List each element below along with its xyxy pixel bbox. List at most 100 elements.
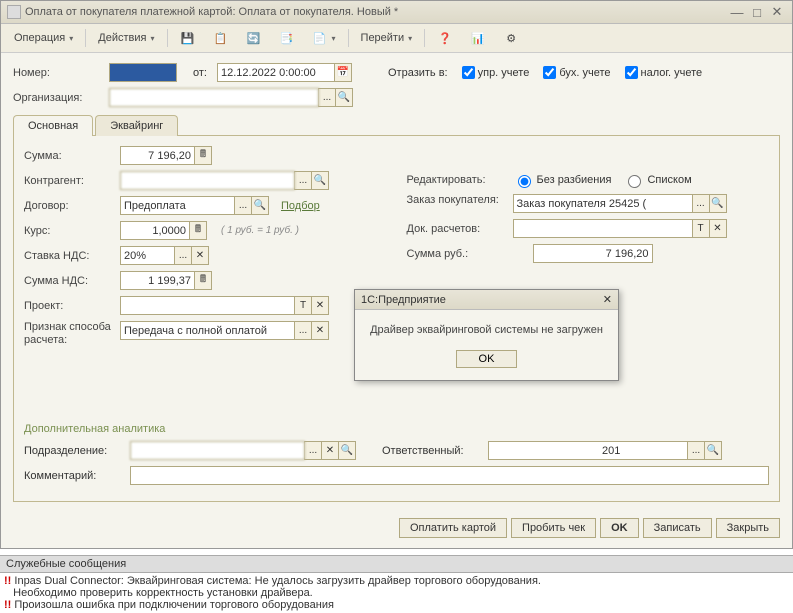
contract-select-button[interactable]: ... xyxy=(234,196,252,215)
minimize-button[interactable]: — xyxy=(728,4,746,20)
tb-help[interactable]: ❓ xyxy=(430,27,460,49)
tb-icon-2[interactable]: 📋 xyxy=(206,27,236,49)
resp-search-button[interactable]: 🔍 xyxy=(704,441,722,460)
sign-select-button[interactable]: ... xyxy=(294,321,312,340)
number-label: Номер: xyxy=(13,67,103,79)
vat-sum-calc-button[interactable]: 🖩 xyxy=(194,271,212,290)
dept-field[interactable] xyxy=(130,441,305,460)
date-picker-button[interactable]: 📅 xyxy=(334,63,352,82)
dialog-ok-button[interactable]: OK xyxy=(456,350,518,368)
project-type-button[interactable]: T xyxy=(294,296,312,315)
analytics-title: Дополнительная аналитика xyxy=(24,423,769,435)
comment-field[interactable] xyxy=(130,466,769,485)
error-dialog: 1С:Предприятие ✕ Драйвер эквайринговой с… xyxy=(354,289,619,381)
chk-acc[interactable]: бух. учете xyxy=(543,66,610,79)
doc-clear-button[interactable]: ✕ xyxy=(709,219,727,238)
window-title: Оплата от покупателя платежной картой: О… xyxy=(25,6,728,18)
save-icon: 💾 xyxy=(180,30,196,46)
doc-field[interactable] xyxy=(513,219,693,238)
contract-field[interactable]: Предоплата xyxy=(120,196,235,215)
close-form-button[interactable]: Закрыть xyxy=(716,518,780,538)
messages-header: Служебные сообщения xyxy=(0,555,793,573)
project-label: Проект: xyxy=(24,300,114,312)
resp-select-button[interactable]: ... xyxy=(687,441,705,460)
tab-main[interactable]: Основная xyxy=(13,115,93,136)
main-window: Оплата от покупателя платежной картой: О… xyxy=(0,0,793,549)
contragent-search-button[interactable]: 🔍 xyxy=(311,171,329,190)
tb-icon-5[interactable]: 📄 xyxy=(305,27,343,49)
refresh-icon: 🔄 xyxy=(246,30,262,46)
number-field[interactable] xyxy=(109,63,177,82)
contragent-label: Контрагент: xyxy=(24,175,114,187)
tb-icon-3[interactable]: 🔄 xyxy=(239,27,269,49)
vat-rate-field[interactable]: 20% xyxy=(120,246,175,265)
pay-card-button[interactable]: Оплатить картой xyxy=(399,518,507,538)
dialog-text: Драйвер эквайринговой системы не загруже… xyxy=(355,310,618,350)
doc-type-button[interactable]: T xyxy=(692,219,710,238)
resp-field[interactable]: 201 xyxy=(488,441,688,460)
contragent-select-button[interactable]: ... xyxy=(294,171,312,190)
rate-calc-button[interactable]: 🖩 xyxy=(189,221,207,240)
sum-rub-field[interactable]: 7 196,20 xyxy=(533,244,653,263)
dept-select-button[interactable]: ... xyxy=(304,441,322,460)
sign-clear-button[interactable]: ✕ xyxy=(311,321,329,340)
podbor-link[interactable]: Подбор xyxy=(281,200,320,212)
rate-field[interactable]: 1,0000 xyxy=(120,221,190,240)
org-select-button[interactable]: ... xyxy=(318,88,336,107)
order-select-button[interactable]: ... xyxy=(692,194,710,213)
dept-label: Подразделение: xyxy=(24,445,124,457)
org-search-button[interactable]: 🔍 xyxy=(335,88,353,107)
sum-field[interactable]: 7 196,20 xyxy=(120,146,195,165)
dept-clear-button[interactable]: ✕ xyxy=(321,441,339,460)
radio-no-split[interactable]: Без разбиения xyxy=(513,172,612,188)
doc-label: Док. расчетов: xyxy=(407,223,507,235)
message-line-2: Необходимо проверить корректность устано… xyxy=(4,587,789,599)
content-area: Номер: от: 12.12.2022 0:00:00 📅 Отразить… xyxy=(1,53,792,512)
vat-rate-clear-button[interactable]: ✕ xyxy=(191,246,209,265)
tb-icon-1[interactable]: 💾 xyxy=(173,27,203,49)
goto-menu[interactable]: Перейти xyxy=(354,29,420,47)
receipt-button[interactable]: Пробить чек xyxy=(511,518,596,538)
message-line-1: !! Inpas Dual Connector: Эквайринговая с… xyxy=(4,575,789,587)
messages-panel: !! Inpas Dual Connector: Эквайринговая с… xyxy=(0,573,793,613)
order-search-button[interactable]: 🔍 xyxy=(709,194,727,213)
sum-calc-button[interactable]: 🖩 xyxy=(194,146,212,165)
project-clear-button[interactable]: ✕ xyxy=(311,296,329,315)
save-button[interactable]: Записать xyxy=(643,518,712,538)
chk-mgmt[interactable]: упр. учете xyxy=(462,66,530,79)
contragent-field[interactable] xyxy=(120,171,295,190)
edit-label: Редактировать: xyxy=(407,174,507,186)
contract-search-button[interactable]: 🔍 xyxy=(251,196,269,215)
operation-menu[interactable]: Операция xyxy=(7,29,80,47)
dialog-close-button[interactable]: ✕ xyxy=(603,293,612,306)
close-button[interactable]: ✕ xyxy=(768,4,786,20)
tabs: Основная Эквайринг xyxy=(13,115,780,136)
date-field[interactable]: 12.12.2022 0:00:00 xyxy=(217,63,335,82)
settings-icon: ⚙ xyxy=(503,30,519,46)
tb-icon-6[interactable]: 📊 xyxy=(463,27,493,49)
tab-acquiring[interactable]: Эквайринг xyxy=(95,115,178,136)
order-field[interactable]: Заказ покупателя 25425 ( xyxy=(513,194,693,213)
sum-label: Сумма: xyxy=(24,150,114,162)
chk-tax[interactable]: налог. учете xyxy=(625,66,703,79)
rate-label: Курс: xyxy=(24,225,114,237)
actions-menu[interactable]: Действия xyxy=(91,29,161,47)
ok-button[interactable]: OK xyxy=(600,518,639,538)
radio-list[interactable]: Списком xyxy=(623,172,691,188)
tb-icon-7[interactable]: ⚙ xyxy=(496,27,526,49)
vat-rate-select-button[interactable]: ... xyxy=(174,246,192,265)
tb-icon-4[interactable]: 📑 xyxy=(272,27,302,49)
list-icon: 📊 xyxy=(470,30,486,46)
project-field[interactable] xyxy=(120,296,295,315)
sign-field[interactable]: Передача с полной оплатой xyxy=(120,321,295,340)
message-line-3: !! Произошла ошибка при подключении торг… xyxy=(4,599,789,611)
maximize-button[interactable]: □ xyxy=(748,4,766,20)
org-label: Организация: xyxy=(13,92,103,104)
toolbar: Операция Действия 💾 📋 🔄 📑 📄 Перейти ❓ 📊 … xyxy=(1,24,792,53)
order-label: Заказ покупателя: xyxy=(407,194,507,207)
dept-search-button[interactable]: 🔍 xyxy=(338,441,356,460)
org-field[interactable] xyxy=(109,88,319,107)
doc-icon: 📋 xyxy=(213,30,229,46)
bottom-buttons: Оплатить картой Пробить чек OK Записать … xyxy=(1,512,792,548)
vat-sum-field[interactable]: 1 199,37 xyxy=(120,271,195,290)
